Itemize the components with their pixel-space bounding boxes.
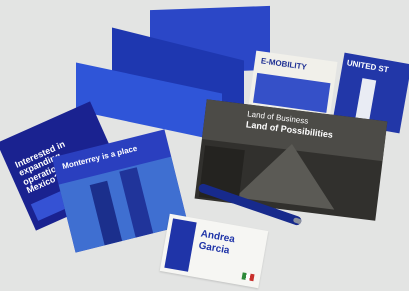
mobility-title: E-MOBILITY [260,56,308,72]
united-states-title: UNITED ST [346,58,390,75]
business-card-stripe [164,218,197,272]
photo-scene: Interested in expanding operations to Me… [0,0,409,291]
statue-of-liberty-icon [355,78,377,120]
mountain-shape [235,137,342,210]
flag-icon [241,272,255,282]
